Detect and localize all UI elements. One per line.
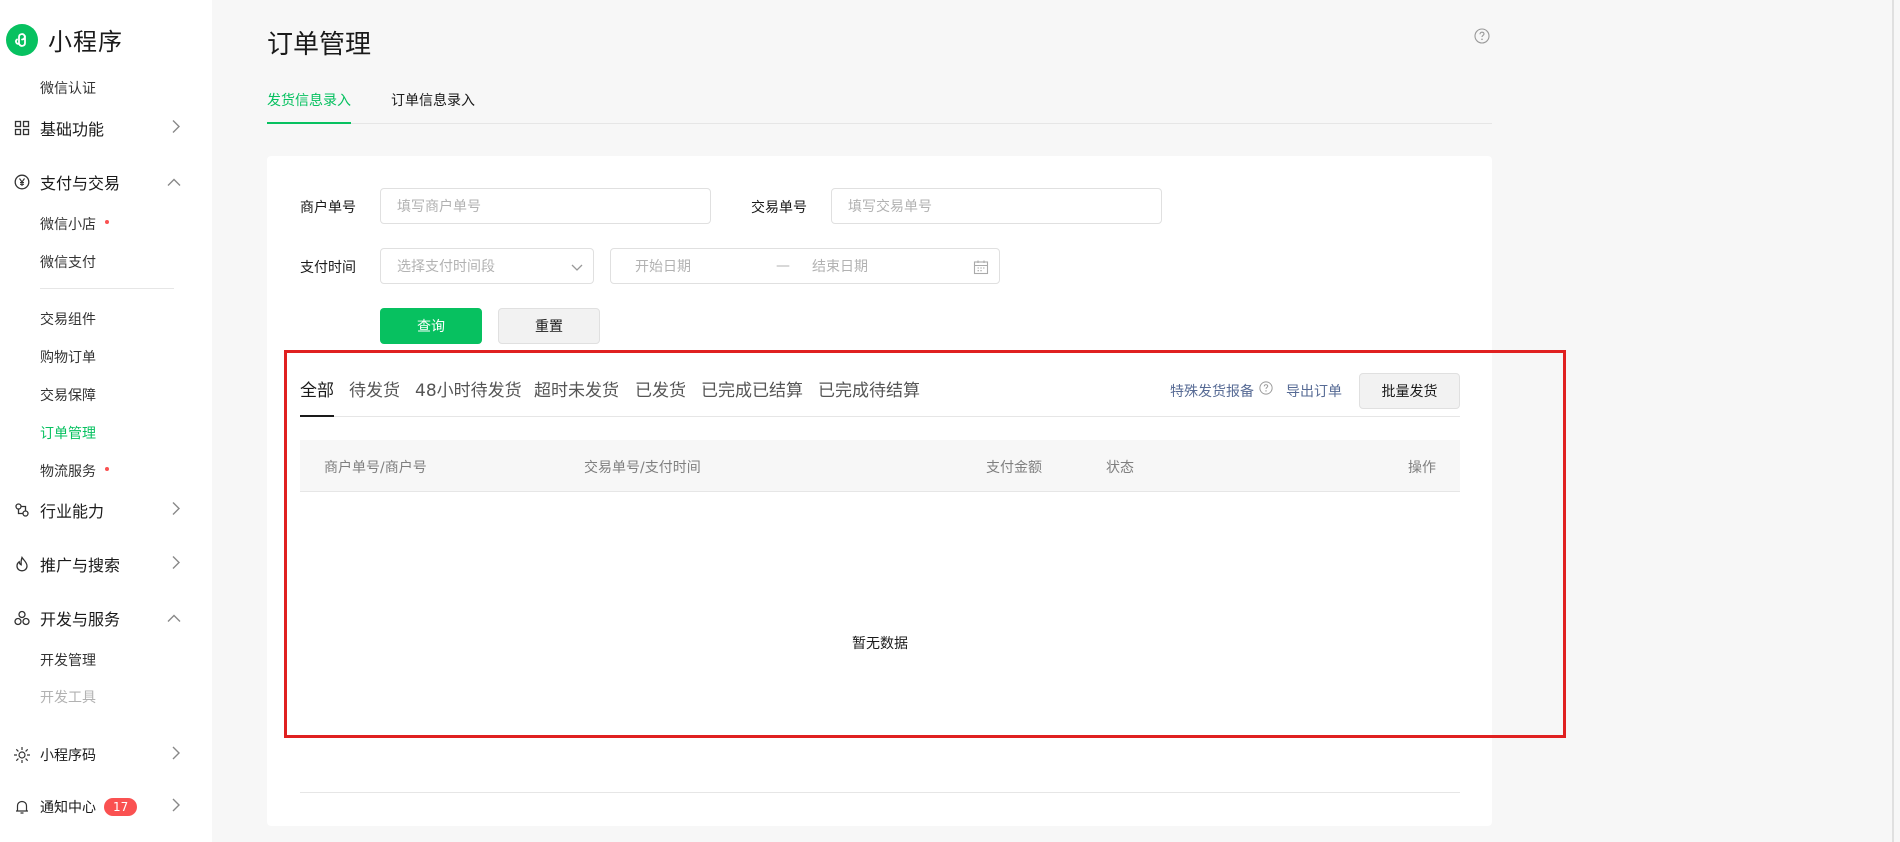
app-logo[interactable]: 小程序 <box>6 22 123 57</box>
sidebar-item-wechat-shop[interactable]: 微信小店 <box>40 214 109 234</box>
merchant-no-input[interactable]: 填写商户单号 <box>380 188 711 224</box>
chevron-right-icon <box>171 119 181 138</box>
sidebar-group-label: 开发与服务 <box>40 610 121 629</box>
flame-icon <box>13 555 31 573</box>
date-separator: — <box>776 258 790 274</box>
transaction-no-label: 交易单号 <box>751 200 807 216</box>
table-bottom-divider <box>300 792 1460 793</box>
query-button[interactable]: 查询 <box>380 308 482 344</box>
chevron-up-icon <box>167 609 181 628</box>
sidebar-group-basic[interactable]: 基础功能 <box>13 116 181 140</box>
sidebar-group-payment[interactable]: 支付与交易 <box>13 170 181 194</box>
sidebar-item-wechat-verify[interactable]: 微信认证 <box>40 78 96 98</box>
calendar-icon[interactable] <box>973 259 989 279</box>
sidebar-item-shopping-orders[interactable]: 购物订单 <box>40 347 96 367</box>
sidebar-group-label: 基础功能 <box>40 120 105 139</box>
app-name: 小程序 <box>48 28 123 56</box>
sidebar-group-label: 行业能力 <box>40 502 105 521</box>
sidebar-item-wechat-pay[interactable]: 微信支付 <box>40 252 96 272</box>
sidebar-item-logistics[interactable]: 物流服务 <box>40 461 109 481</box>
chevron-right-icon <box>171 555 181 574</box>
sidebar-divider <box>40 288 174 289</box>
sidebar: 小程序 微信认证 基础功能 支付与交易 微信小店 微信支付 交易组件 购物订单 … <box>0 0 212 842</box>
end-date-input[interactable]: 结束日期 <box>812 256 868 276</box>
chevron-right-icon <box>171 501 181 520</box>
sidebar-item-notifications[interactable]: 通知中心 17 <box>13 795 181 819</box>
page-title: 订单管理 <box>267 30 372 60</box>
page-scrollbar[interactable] <box>1892 0 1894 842</box>
grid-icon <box>13 119 31 137</box>
transaction-no-input[interactable]: 填写交易单号 <box>831 188 1162 224</box>
tab-shipping-info[interactable]: 发货信息录入 <box>267 90 351 124</box>
sidebar-item-label: 微信小店 <box>40 217 96 233</box>
pay-time-select[interactable]: 选择支付时间段 <box>380 248 594 284</box>
pay-time-select-value: 选择支付时间段 <box>397 259 495 275</box>
chevron-right-icon <box>171 798 181 816</box>
sidebar-item-trade-guarantee[interactable]: 交易保障 <box>40 385 96 405</box>
dev-services-icon <box>13 609 31 627</box>
chevron-up-icon <box>167 173 181 192</box>
new-dot-icon <box>105 220 109 224</box>
merchant-no-label: 商户单号 <box>300 200 356 216</box>
sidebar-group-industry[interactable]: 行业能力 <box>13 498 181 522</box>
new-dot-icon <box>105 467 109 471</box>
highlight-box <box>284 350 1566 738</box>
pay-time-label: 支付时间 <box>300 260 356 276</box>
sidebar-group-label: 小程序码 <box>40 748 96 764</box>
start-date-input[interactable]: 开始日期 <box>635 256 691 276</box>
sidebar-item-dev-management[interactable]: 开发管理 <box>40 650 96 670</box>
sidebar-item-trade-component[interactable]: 交易组件 <box>40 309 96 329</box>
sidebar-group-label: 通知中心 <box>40 800 96 816</box>
miniprogram-logo-icon <box>6 23 38 56</box>
sidebar-group-label: 推广与搜索 <box>40 556 121 575</box>
sidebar-group-promotion[interactable]: 推广与搜索 <box>13 552 181 576</box>
chevron-down-icon <box>571 260 583 276</box>
date-range-picker[interactable]: 开始日期 — 结束日期 <box>610 248 1000 284</box>
help-icon[interactable] <box>1474 28 1490 48</box>
sidebar-group-dev[interactable]: 开发与服务 <box>13 606 181 630</box>
reset-button[interactable]: 重置 <box>498 308 600 344</box>
tab-order-info[interactable]: 订单信息录入 <box>391 90 475 124</box>
notification-count-badge: 17 <box>104 798 138 816</box>
bell-icon <box>13 798 31 816</box>
sidebar-item-miniprogram-code[interactable]: 小程序码 <box>13 743 181 767</box>
sidebar-item-label: 物流服务 <box>40 464 96 480</box>
yuan-icon <box>13 173 31 191</box>
chevron-right-icon <box>171 746 181 764</box>
sidebar-item-dev-tools[interactable]: 开发工具 <box>40 687 96 707</box>
sidebar-group-label: 支付与交易 <box>40 174 121 193</box>
sidebar-item-order-management[interactable]: 订单管理 <box>40 423 96 443</box>
sun-code-icon <box>13 746 31 764</box>
page-tabs: 发货信息录入 订单信息录入 <box>267 90 1492 124</box>
industry-icon <box>13 501 31 519</box>
